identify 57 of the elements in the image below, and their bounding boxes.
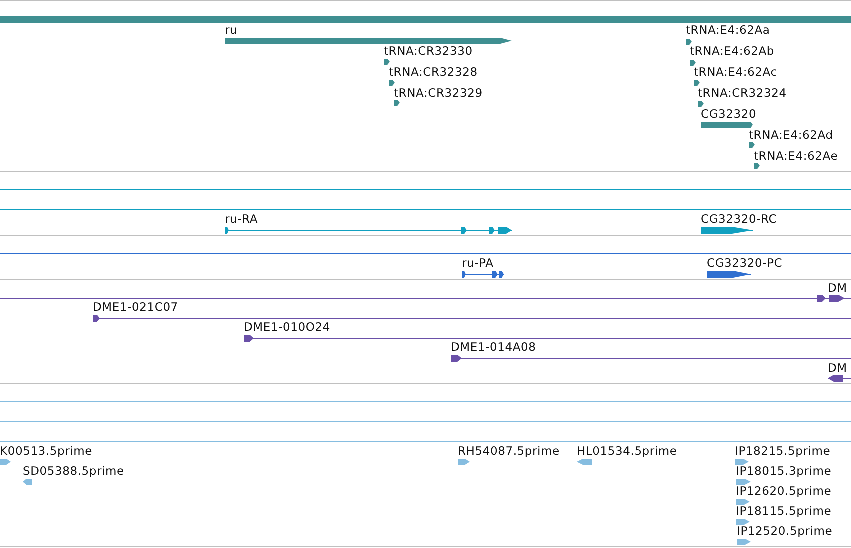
gene-glyph[interactable] xyxy=(690,60,696,66)
gene-glyph[interactable] xyxy=(225,38,512,44)
gene-label[interactable]: ru xyxy=(225,23,238,37)
gene-glyph[interactable] xyxy=(686,39,692,45)
clone-glyph[interactable] xyxy=(244,335,851,342)
gene-label[interactable]: tRNA:CR32328 xyxy=(389,65,478,79)
est-glyph[interactable] xyxy=(458,459,470,465)
gene-label[interactable]: tRNA:E4:62Ac xyxy=(694,65,778,79)
clone-label[interactable]: DME1-010O24 xyxy=(244,320,330,334)
clone-glyph[interactable] xyxy=(828,375,851,382)
est-label[interactable]: IP18115.5prime xyxy=(736,504,832,518)
clone-label[interactable]: DME1-021C07 xyxy=(93,300,178,314)
est-glyph[interactable] xyxy=(736,479,751,485)
est-label[interactable]: IP18215.5prime xyxy=(735,444,831,458)
clone-label[interactable]: DM xyxy=(828,281,848,295)
est-label[interactable]: K00513.5prime xyxy=(0,444,92,458)
transcript-label[interactable]: ru-RA xyxy=(225,212,258,226)
transcript-label[interactable]: CG32320-PC xyxy=(707,256,783,270)
gene-label[interactable]: CG32320 xyxy=(701,107,757,121)
gene-label[interactable]: tRNA:E4:62Ab xyxy=(690,44,774,58)
gene-label[interactable]: tRNA:CR32329 xyxy=(394,86,483,100)
est-label[interactable]: HL01534.5prime xyxy=(577,444,678,458)
est-label[interactable]: RH54087.5prime xyxy=(458,444,560,458)
est-glyph[interactable] xyxy=(0,459,11,465)
est-label[interactable]: IP12520.5prime xyxy=(737,524,833,538)
est-glyph[interactable] xyxy=(735,459,749,465)
est-glyph[interactable] xyxy=(23,479,32,485)
est-glyph[interactable] xyxy=(736,499,750,505)
transcript-glyph[interactable] xyxy=(462,271,504,278)
gene-glyph[interactable] xyxy=(698,101,704,107)
gene-glyph[interactable] xyxy=(694,80,700,86)
transcript-glyph[interactable] xyxy=(701,227,753,234)
clone-glyph[interactable] xyxy=(451,355,851,362)
transcript-glyph[interactable] xyxy=(707,271,751,278)
transcript-label[interactable]: CG32320-RC xyxy=(701,212,778,226)
est-glyph[interactable] xyxy=(736,519,750,525)
gene-label[interactable]: tRNA:E4:62Ad xyxy=(749,128,834,142)
gene-glyph[interactable] xyxy=(394,100,400,106)
clone-label[interactable]: DME1-014A08 xyxy=(451,340,536,354)
gene-glyph[interactable] xyxy=(749,142,755,148)
est-glyph[interactable] xyxy=(577,459,592,465)
gene-glyph[interactable] xyxy=(384,59,390,65)
gene-label[interactable]: tRNA:E4:62Ae xyxy=(754,149,838,163)
clone-glyph[interactable] xyxy=(93,315,851,322)
gene-label[interactable]: tRNA:CR32330 xyxy=(384,44,473,58)
gene-label[interactable]: tRNA:E4:62Aa xyxy=(686,23,770,37)
est-label[interactable]: IP18015.3prime xyxy=(736,464,832,478)
est-label[interactable]: SD05388.5prime xyxy=(23,464,124,478)
transcript-glyph[interactable] xyxy=(225,227,512,234)
est-glyph[interactable] xyxy=(737,539,751,545)
clone-glyph[interactable] xyxy=(0,295,851,302)
gene-glyph[interactable] xyxy=(389,80,395,86)
transcript-label[interactable]: ru-PA xyxy=(462,256,494,270)
clone-label[interactable]: DM xyxy=(828,361,848,375)
gene-glyph[interactable] xyxy=(754,163,760,169)
est-label[interactable]: IP12620.5prime xyxy=(736,484,832,498)
gene-label[interactable]: tRNA:CR32324 xyxy=(698,86,787,100)
